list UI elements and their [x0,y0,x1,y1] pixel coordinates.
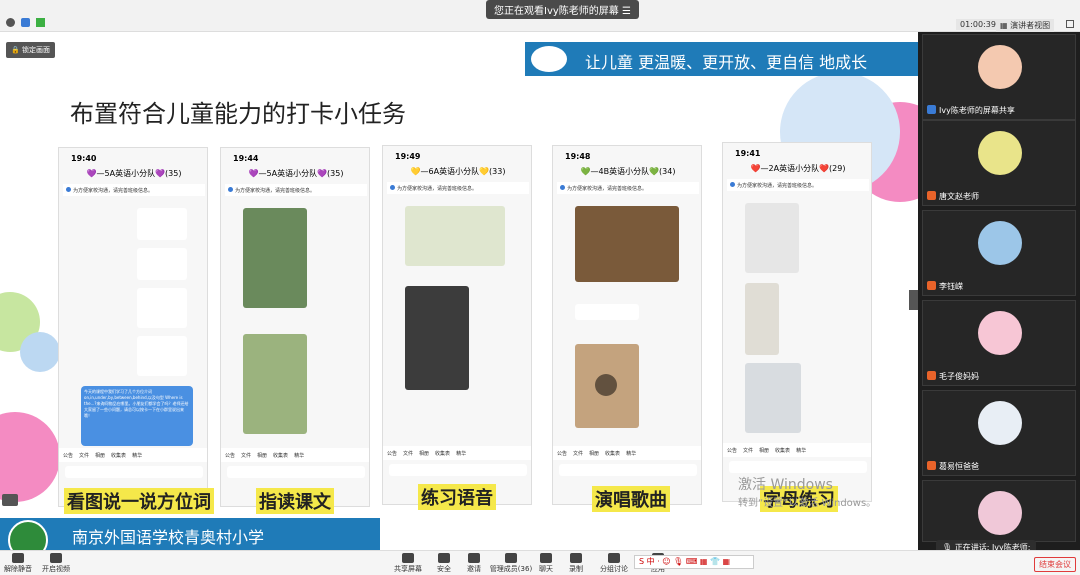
participant-tile[interactable] [922,480,1076,542]
lock-view-button[interactable]: 🔒 锁定画面 [6,42,55,58]
chat-photo [243,208,307,308]
host-icon [927,191,936,200]
chat-photo [405,286,469,390]
participant-tile[interactable]: 葛易恒爸爸 [922,390,1076,476]
play-icon[interactable] [595,374,617,396]
group-toolbar: 公告 文件 相册 收集表 精华 [553,446,701,460]
chat-image [137,248,187,280]
shared-screen: 🔒 锁定画面 让儿童 更温暖、更开放、更自信 地成长 布置符合儿童能力的打卡小任… [0,32,918,550]
chat-input[interactable] [65,466,203,478]
banner-slogan: 让儿童 更温暖、更开放、更自信 地成长 [585,53,868,72]
mic-muted-icon [927,371,936,380]
decor-circle-pink-left [0,412,60,502]
chat-video [575,344,639,428]
shield-icon[interactable] [21,18,30,27]
participant-tile[interactable]: Ivy陈老师的屏幕共享 [922,34,1076,120]
group-toolbar: 公告 文件 相册 收集表 精华 [221,448,369,462]
chat-input[interactable] [729,461,867,473]
chat-photo [745,203,799,273]
mic-muted-icon [927,281,936,290]
signal-icon[interactable] [36,18,45,27]
phone-screenshot-1: 19:40 💜—5A英语小分队💜(35) 为方便家校沟通，请完善班级信息。 今天… [58,147,208,507]
breakout-icon [608,553,620,563]
invite-button[interactable]: 邀请 [456,553,492,574]
participant-tile[interactable]: 李钰嵘 [922,210,1076,296]
caption-4: 演唱歌曲 [592,486,670,512]
chat-input[interactable] [559,464,697,476]
view-mode-button[interactable]: ▦ 演讲者视图 [996,19,1055,32]
participant-tile[interactable]: 毛子俊妈妈 [922,300,1076,386]
avatar [978,45,1022,89]
caption-3: 练习语音 [418,484,496,510]
chat-photo [745,283,779,355]
share-notice: 您正在观看Ivy陈老师的屏幕 ☰ [486,0,639,19]
chat-input[interactable] [389,464,527,476]
unmute-button[interactable]: 解除静音 [0,553,36,574]
list-icon[interactable] [2,494,18,506]
fullscreen-icon[interactable] [1066,20,1074,28]
view-icon: ▦ [1000,21,1011,30]
share-screen-button[interactable]: 共享屏幕 [390,553,426,574]
chat-image [137,336,187,376]
breakout-button[interactable]: 分组讨论 [596,553,632,574]
chat-image [137,208,187,240]
caption-2: 指读课文 [256,488,334,514]
school-emblem [8,520,48,550]
group-toolbar: 公告 文件 相册 收集表 精华 [383,446,531,460]
voice-message[interactable] [575,304,639,320]
share-icon [402,553,414,563]
chat-bubble: 今天的课程中我们学习了几个方位介词on,in,under,by,between,… [81,386,193,446]
camera-off-icon [50,553,62,563]
group-toolbar: 公告 文件 相册 收集表 精华 [59,448,207,462]
school-logo [531,46,567,72]
mic-muted-icon [927,461,936,470]
ime-icon: S 中 · ☺ 🎙 ⌨ ▦ 👕 ▦ [639,557,731,566]
phone-screenshot-5: 19:41 ❤️—2A英语小分队❤️(29) 为方便家校沟通，请完善班级信息。 … [722,142,872,502]
avatar [978,221,1022,265]
chat-photo [745,363,801,433]
participant-panel: Ivy陈老师的屏幕共享 唐文赵老师 李钰嵘 毛子俊妈妈 葛易恒爸爸 🎙 正在讲话… [918,32,1080,555]
shield-icon [438,553,450,563]
record-button[interactable]: 录制 [558,553,594,574]
top-bar: 您正在观看Ivy陈老师的屏幕 ☰ 01:00:39 ▦ 演讲者视图 [0,0,1080,32]
ime-toolbar[interactable]: S 中 · ☺ 🎙 ⌨ ▦ 👕 ▦ [634,555,754,569]
screen-share-icon [927,105,936,114]
phone-screenshot-2: 19:44 💜—5A英语小分队💜(35) 为方便家校沟通，请完善班级信息。 公告… [220,147,370,507]
record-icon [570,553,582,563]
phone-screenshot-4: 19:48 💚—4B英语小分队💚(34) 为方便家校沟通，请完善班级信息。 公告… [552,145,702,505]
chat-image [137,288,187,328]
windows-watermark: 激活 Windows 转到“设置”以激活 Windows。 [738,477,877,509]
caption-1: 看图说一说方位词 [64,488,214,514]
phone-screenshot-3: 19:49 💛—6A英语小分队💛(33) 为方便家校沟通，请完善班级信息。 公告… [382,145,532,505]
end-meeting-button[interactable]: 结束会议 [1034,557,1076,572]
chat-video [575,206,679,282]
menu-icon[interactable]: ☰ [622,6,631,17]
meeting-timer: 01:00:39 [956,19,1000,30]
avatar [978,401,1022,445]
info-icon[interactable] [6,18,15,27]
school-name: 南京外国语学校青奥村小学 [72,528,265,547]
mic-off-icon [12,553,24,563]
meeting-toolbar: 解除静音 开启视频 共享屏幕 安全 邀请 管理成员(36) 聊天 录制 分组讨论… [0,550,1080,575]
chat-input[interactable] [227,466,365,478]
participant-tile[interactable]: 唐文赵老师 [922,120,1076,206]
invite-icon [468,553,480,563]
avatar [978,311,1022,355]
school-footer: 南京外国语学校青奥村小学 [0,518,380,550]
start-video-button[interactable]: 开启视频 [38,553,74,574]
lock-icon: 🔒 [11,46,22,54]
chat-icon [540,553,552,563]
chat-photo [405,206,505,266]
avatar [978,131,1022,175]
collapse-panel-button[interactable] [909,290,918,310]
decor-circle-blue-left [20,332,60,372]
group-toolbar: 公告 文件 相册 收集表 精华 [723,443,871,457]
members-icon [505,553,517,563]
chat-photo [243,334,307,434]
avatar [978,491,1022,535]
top-banner: 让儿童 更温暖、更开放、更自信 地成长 [525,42,918,76]
slide-title: 布置符合儿童能力的打卡小任务 [70,100,406,128]
